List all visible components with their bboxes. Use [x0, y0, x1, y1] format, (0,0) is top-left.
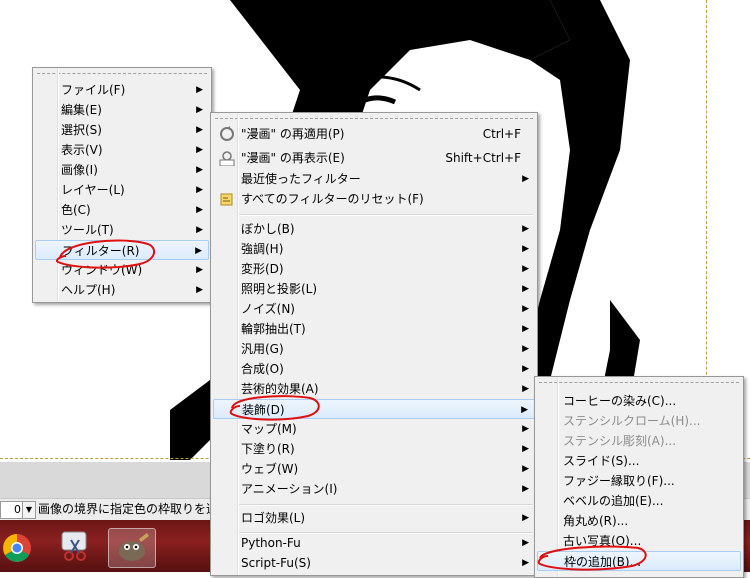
- menu-item-view[interactable]: 表示(V) ▶: [35, 140, 209, 160]
- menu-item-old-photo[interactable]: 古い写真(O)...: [537, 531, 741, 551]
- menu-item-light-shadow[interactable]: 照明と投影(L) ▶: [213, 279, 535, 299]
- menu-item-colors[interactable]: 色(C) ▶: [35, 200, 209, 220]
- reshow-icon: [219, 151, 235, 166]
- menu-item-coffee-stain[interactable]: コーヒーの染み(C)...: [537, 391, 741, 411]
- gimp-taskbar-button[interactable]: [108, 528, 156, 568]
- menu-item-round-corners[interactable]: 角丸め(R)...: [537, 511, 741, 531]
- scissors-icon: [61, 531, 87, 561]
- chrome-taskbar-button[interactable]: [0, 528, 40, 566]
- menu-item-script-fu[interactable]: Script-Fu(S) ▶: [213, 553, 535, 573]
- menu-item-help[interactable]: ヘルプ(H) ▶: [35, 280, 209, 300]
- snipping-tool-taskbar-button[interactable]: [52, 528, 98, 566]
- menu-tear-off[interactable]: [215, 118, 533, 119]
- main-menu: ファイル(F) ▶ 編集(E) ▶ 選択(S) ▶ 表示(V) ▶ 画像(I) ▶ レイヤ…: [32, 67, 212, 303]
- menu-item-render[interactable]: 下塗り(R) ▶: [213, 439, 535, 459]
- menu-item-animation[interactable]: アニメーション(I) ▶: [213, 479, 535, 499]
- menu-item-image[interactable]: 画像(I) ▶: [35, 160, 209, 180]
- menu-item-file[interactable]: ファイル(F) ▶: [35, 80, 209, 100]
- menu-item-reapply-filter[interactable]: "漫画" の再適用(P) Ctrl+F: [213, 124, 535, 144]
- menu-item-edit[interactable]: 編集(E) ▶: [35, 100, 209, 120]
- menu-item-web[interactable]: ウェブ(W) ▶: [213, 459, 535, 479]
- menu-item-generic[interactable]: 汎用(G) ▶: [213, 339, 535, 359]
- gimp-icon: [119, 533, 149, 561]
- zoom-dropdown-button[interactable]: ▼: [22, 501, 36, 519]
- menu-item-select[interactable]: 選択(S) ▶: [35, 120, 209, 140]
- menu-item-filters[interactable]: フィルター(R) ▶: [35, 240, 209, 260]
- reset-icon: [220, 193, 233, 206]
- menu-item-slide[interactable]: スライド(S)...: [537, 451, 741, 471]
- menu-item-distorts[interactable]: 変形(D) ▶: [213, 259, 535, 279]
- menu-item-decor[interactable]: 装飾(D) ▶: [213, 399, 535, 419]
- filters-submenu: "漫画" の再適用(P) Ctrl+F "漫画" の再表示(E) Shift+Ctr…: [210, 112, 538, 576]
- menu-item-fuzzy-border[interactable]: ファジー縁取り(F)...: [537, 471, 741, 491]
- menu-item-map[interactable]: マップ(M) ▶: [213, 419, 535, 439]
- menu-item-noise[interactable]: ノイズ(N) ▶: [213, 299, 535, 319]
- menu-item-blur[interactable]: ぼかし(B) ▶: [213, 219, 535, 239]
- chrome-icon: [3, 534, 31, 562]
- zoom-field[interactable]: 0 %: [0, 501, 24, 532]
- menu-item-artistic[interactable]: 芸術的効果(A) ▶: [213, 379, 535, 399]
- menu-separator: [239, 214, 533, 216]
- menu-item-reset-all-filters[interactable]: すべてのフィルターのリセット(F): [213, 189, 535, 209]
- menu-item-windows[interactable]: ウィンドウ(W) ▶: [35, 260, 209, 280]
- menu-tear-off[interactable]: [37, 73, 207, 74]
- menu-item-enhance[interactable]: 強調(H) ▶: [213, 239, 535, 259]
- menu-item-add-border[interactable]: 枠の追加(B)...: [537, 551, 741, 571]
- reapply-icon: [220, 126, 234, 141]
- menu-item-python-fu[interactable]: Python-Fu ▶: [213, 533, 535, 553]
- menu-item-combine[interactable]: 合成(O) ▶: [213, 359, 535, 379]
- menu-separator: [239, 504, 533, 506]
- decor-submenu: コーヒーの染み(C)... ステンシルクローム(H)... ステンシル彫刻(A)…: [534, 376, 744, 578]
- menu-item-layer[interactable]: レイヤー(L) ▶: [35, 180, 209, 200]
- menu-item-tools[interactable]: ツール(T) ▶: [35, 220, 209, 240]
- menu-item-add-bevel[interactable]: ベベルの追加(E)...: [537, 491, 741, 511]
- status-message: 画像の境界に指定色の枠取りを追: [38, 502, 219, 516]
- menu-item-edge-detect[interactable]: 輪郭抽出(T) ▶: [213, 319, 535, 339]
- menu-item-reshow-filter[interactable]: "漫画" の再表示(E) Shift+Ctrl+F: [213, 148, 535, 168]
- menu-item-stencil-carve: ステンシル彫刻(A)...: [563, 434, 677, 448]
- menu-tear-off[interactable]: [539, 382, 739, 383]
- menu-item-stencil-chrome: ステンシルクローム(H)...: [563, 414, 701, 428]
- menu-item-recent-filters[interactable]: 最近使ったフィルター ▶: [213, 169, 535, 189]
- menu-item-alpha-to-logo[interactable]: ロゴ効果(L) ▶: [213, 508, 535, 528]
